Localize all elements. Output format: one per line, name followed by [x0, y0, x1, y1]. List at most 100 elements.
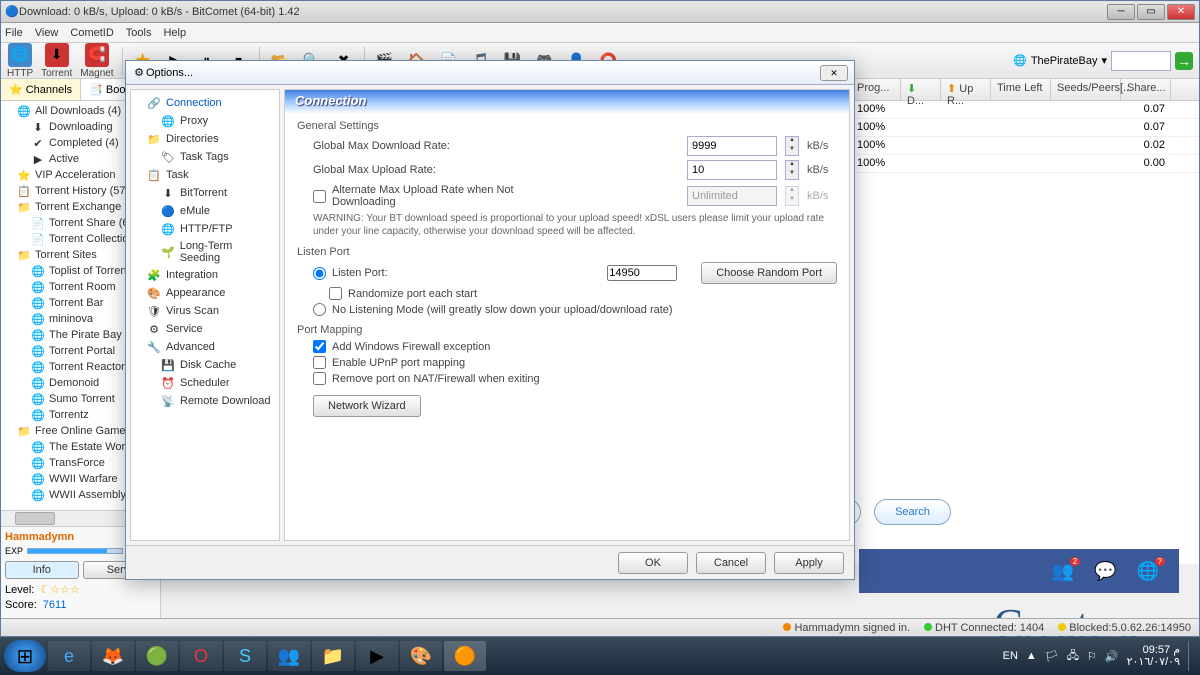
- options-tree-item[interactable]: 🧩Integration: [135, 266, 275, 284]
- tray-time[interactable]: 09:57 م: [1127, 644, 1180, 656]
- no-listen-radio[interactable]: [313, 303, 326, 316]
- task-app[interactable]: 🎨: [400, 641, 442, 671]
- menu-help[interactable]: Help: [163, 27, 186, 39]
- options-tree-item[interactable]: 🎨Appearance: [135, 284, 275, 302]
- col-share[interactable]: Share...: [1121, 79, 1171, 100]
- task-chrome[interactable]: 🟢: [136, 641, 178, 671]
- listen-port-input[interactable]: [607, 265, 677, 281]
- port-mapping-title: Port Mapping: [297, 324, 837, 336]
- options-tree-item[interactable]: ⬇BitTorrent: [135, 184, 275, 202]
- col-timeleft[interactable]: Time Left: [991, 79, 1051, 100]
- options-tree-item[interactable]: 📋Task: [135, 166, 275, 184]
- general-settings-title: General Settings: [297, 120, 837, 132]
- show-desktop[interactable]: [1188, 641, 1196, 671]
- tab-channels[interactable]: ⭐Channels: [1, 79, 81, 100]
- tray-action-icon[interactable]: ⚐: [1087, 650, 1097, 663]
- upnp-checkbox[interactable]: [313, 356, 326, 369]
- task-media[interactable]: ▶: [356, 641, 398, 671]
- task-ie[interactable]: e: [48, 641, 90, 671]
- ok-button[interactable]: OK: [618, 552, 688, 574]
- tree-icon: 💾: [161, 358, 175, 372]
- channels-icon: ⭐: [9, 83, 23, 96]
- options-tree-item[interactable]: 🔧Advanced: [135, 338, 275, 356]
- options-tree-item[interactable]: 📡Remote Download: [135, 392, 275, 410]
- tray-network-icon[interactable]: 🖧: [1067, 647, 1079, 666]
- torrent-icon[interactable]: ⬇: [45, 43, 69, 67]
- random-port-button[interactable]: Choose Random Port: [701, 262, 837, 284]
- close-button[interactable]: ✕: [1167, 4, 1195, 20]
- http-icon[interactable]: 🌐: [8, 43, 32, 67]
- tree-icon: 🎨: [147, 286, 161, 300]
- search-engine[interactable]: ThePirateBay: [1031, 55, 1098, 67]
- remove-port-checkbox[interactable]: [313, 372, 326, 385]
- web-search-button[interactable]: Search: [874, 499, 951, 525]
- upload-rate-spinner[interactable]: ▲▼: [785, 160, 799, 180]
- alt-upload-checkbox[interactable]: [313, 190, 326, 203]
- apply-button[interactable]: Apply: [774, 552, 844, 574]
- upload-rate-input[interactable]: [687, 160, 777, 180]
- tree-icon: ✔: [31, 136, 45, 150]
- options-tree-item[interactable]: 🏷Task Tags: [135, 148, 275, 166]
- fb-globe-icon[interactable]: 🌐?: [1137, 561, 1159, 582]
- task-firefox[interactable]: 🦊: [92, 641, 134, 671]
- tray-flag-icon[interactable]: 🏳: [1045, 650, 1059, 663]
- network-wizard-button[interactable]: Network Wizard: [313, 395, 421, 417]
- listen-port-radio[interactable]: [313, 267, 326, 280]
- tray-date[interactable]: ٢٠١٦/٠٧/٠٩: [1127, 656, 1180, 668]
- dropdown-icon[interactable]: ▾: [1101, 54, 1107, 67]
- fb-messages-icon[interactable]: 💬: [1094, 561, 1116, 582]
- firewall-checkbox[interactable]: [313, 340, 326, 353]
- tray-lang[interactable]: EN: [1003, 650, 1018, 662]
- task-people[interactable]: 👥: [268, 641, 310, 671]
- tray-volume-icon[interactable]: 🔊: [1105, 650, 1119, 663]
- menu-file[interactable]: File: [5, 27, 23, 39]
- info-button[interactable]: Info: [5, 561, 79, 579]
- dialog-title: Options...: [146, 67, 820, 79]
- options-tree-item[interactable]: ⏰Scheduler: [135, 374, 275, 392]
- tree-icon: 🌐: [31, 408, 45, 422]
- options-tree-item[interactable]: 🛡Virus Scan: [135, 302, 275, 320]
- options-tree-item[interactable]: 📁Directories: [135, 130, 275, 148]
- options-tree-item[interactable]: 🌐HTTP/FTP: [135, 220, 275, 238]
- search-go-icon[interactable]: →: [1175, 52, 1193, 70]
- book-icon: 📑: [89, 83, 103, 96]
- minimize-button[interactable]: ─: [1107, 4, 1135, 20]
- options-tree-item[interactable]: 🌱Long-Term Seeding: [135, 238, 275, 266]
- tray-up-icon[interactable]: ▲: [1026, 650, 1037, 662]
- options-tree-item[interactable]: 🔵eMule: [135, 202, 275, 220]
- tree-icon: 📋: [17, 184, 31, 198]
- tree-icon: 🌐: [31, 328, 45, 342]
- options-tree-item[interactable]: 💾Disk Cache: [135, 356, 275, 374]
- menu-view[interactable]: View: [35, 27, 59, 39]
- dialog-close-button[interactable]: ✕: [820, 65, 848, 81]
- col-seeds[interactable]: Seeds/Peers[...: [1051, 79, 1121, 100]
- menu-cometid[interactable]: CometID: [70, 27, 113, 39]
- start-button[interactable]: ⊞: [4, 640, 46, 672]
- options-tree-item[interactable]: ⚙Service: [135, 320, 275, 338]
- tree-icon: 📁: [17, 424, 31, 438]
- tree-icon: 📁: [17, 248, 31, 262]
- options-tree-item[interactable]: 🔗Connection: [135, 94, 275, 112]
- col-up[interactable]: ⬆ Up R...: [941, 79, 991, 100]
- download-rate-spinner[interactable]: ▲▼: [785, 136, 799, 156]
- tree-icon: 🌐: [31, 344, 45, 358]
- options-tree-item[interactable]: 🌐Proxy: [135, 112, 275, 130]
- tree-icon: ⚙: [147, 322, 161, 336]
- task-skype[interactable]: S: [224, 641, 266, 671]
- search-input[interactable]: [1111, 51, 1171, 71]
- task-bitcomet[interactable]: 🟠: [444, 641, 486, 671]
- col-progress[interactable]: Prog...: [851, 79, 901, 100]
- options-dialog: ⚙ Options... ✕ 🔗Connection🌐Proxy📁Directo…: [125, 60, 855, 580]
- col-down[interactable]: ⬇ D...: [901, 79, 941, 100]
- maximize-button[interactable]: ▭: [1137, 4, 1165, 20]
- fb-friends-icon[interactable]: 👥2: [1052, 561, 1074, 582]
- options-pane: Connection General Settings Global Max D…: [284, 89, 850, 541]
- randomize-checkbox[interactable]: [329, 287, 342, 300]
- task-explorer[interactable]: 📁: [312, 641, 354, 671]
- tree-icon: 🌐: [31, 312, 45, 326]
- magnet-icon[interactable]: 🧲: [85, 43, 109, 67]
- menu-tools[interactable]: Tools: [126, 27, 152, 39]
- download-rate-input[interactable]: [687, 136, 777, 156]
- task-opera[interactable]: O: [180, 641, 222, 671]
- cancel-button[interactable]: Cancel: [696, 552, 766, 574]
